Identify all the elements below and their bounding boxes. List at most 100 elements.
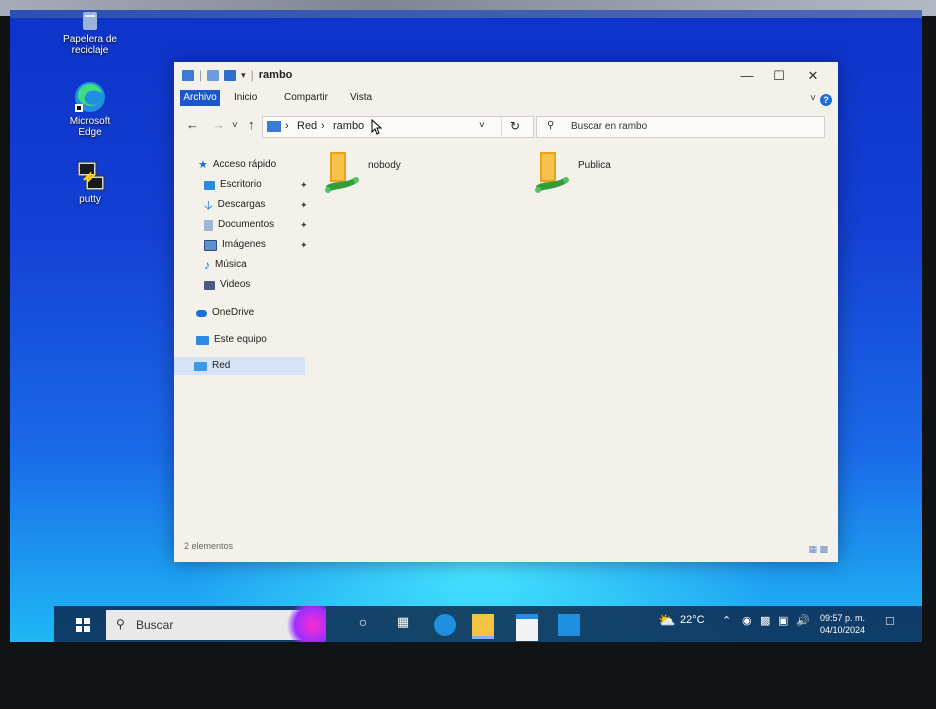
- list-item[interactable]: nobody: [324, 150, 474, 196]
- putty-label: putty: [79, 194, 101, 205]
- recycle-bin-shortcut[interactable]: Papelera de reciclaje: [58, 10, 122, 56]
- sidebar-item-label: Documentos: [218, 219, 275, 230]
- pin-icon: ✦: [300, 240, 308, 250]
- windows-start-icon[interactable]: [76, 618, 90, 632]
- file-explorer-window: | ▾ | rambo — ☐ ✕ Archivo Inicio Compart…: [174, 62, 838, 562]
- documents-icon: [204, 219, 213, 231]
- sidebar-item-label: Red: [212, 360, 231, 371]
- putty-icon: [77, 161, 105, 191]
- edge-taskbar-icon[interactable]: [434, 614, 456, 636]
- sidebar-item-label: Videos: [220, 279, 251, 290]
- computer-icon: [196, 335, 209, 345]
- meet-now-icon[interactable]: ◉: [742, 614, 752, 627]
- sidebar-item-network[interactable]: Red: [174, 357, 305, 375]
- sidebar-item-this-pc[interactable]: Este equipo: [196, 331, 267, 349]
- tab-archivo[interactable]: Archivo: [180, 90, 220, 106]
- shared-folder-icon: [325, 152, 359, 193]
- notifications-icon[interactable]: □: [886, 613, 894, 628]
- recycle-bin-icon: [83, 12, 97, 30]
- file-list: nobody Publica: [308, 146, 834, 536]
- address-separator-icon: ›: [285, 120, 289, 132]
- network-tray-icon[interactable]: ▣: [778, 614, 788, 627]
- weather-icon[interactable]: ⛅: [658, 612, 675, 629]
- quick-access-toolbar: | ▾ | rambo: [182, 68, 292, 82]
- sidebar-item-videos[interactable]: Videos: [204, 276, 250, 294]
- sidebar-item-label: OneDrive: [212, 307, 255, 318]
- refresh-button[interactable]: ↻: [501, 116, 528, 136]
- edge-shortcut[interactable]: Microsoft Edge: [58, 80, 122, 138]
- search-icon: ⚲: [547, 120, 555, 131]
- pin-icon: ✦: [300, 200, 308, 210]
- shared-folder-icon: [535, 152, 569, 193]
- tab-inicio[interactable]: Inicio: [234, 90, 257, 106]
- sidebar-item-label: Imágenes: [222, 239, 266, 250]
- sidebar-item-imagenes[interactable]: Imágenes ✦: [204, 236, 308, 254]
- back-button[interactable]: ←: [186, 117, 199, 132]
- videos-icon: [204, 280, 215, 290]
- volume-icon[interactable]: 🔊: [796, 614, 810, 627]
- edge-icon: [75, 82, 105, 112]
- search-icon: ⚲: [116, 617, 125, 631]
- weather-temperature[interactable]: 22°C: [680, 614, 705, 626]
- recycle-bin-label: Papelera de reciclaje: [63, 34, 117, 56]
- recent-locations-button[interactable]: ˅: [232, 120, 238, 131]
- tab-vista[interactable]: Vista: [350, 90, 372, 106]
- store-taskbar-icon[interactable]: [516, 614, 538, 641]
- tab-compartir[interactable]: Compartir: [284, 90, 328, 106]
- search-box[interactable]: ⚲ Buscar en rambo: [536, 116, 825, 138]
- ribbon-expand-icon[interactable]: ˅: [810, 93, 816, 104]
- search-highlight-icon: [282, 606, 326, 642]
- sidebar-item-musica[interactable]: ♪ Música: [204, 256, 247, 274]
- task-view-icon[interactable]: ▦: [392, 614, 414, 636]
- navigation-pane: ★ Acceso rápido Escritorio ✦ 🡣 Descargas…: [174, 146, 308, 536]
- status-bar: 2 elementos: [184, 541, 234, 551]
- desktop: Papelera de reciclaje Microsoft Edge put…: [10, 10, 922, 642]
- sidebar-item-label: Este equipo: [214, 334, 267, 345]
- music-icon: ♪: [204, 258, 210, 272]
- system-clock[interactable]: 09:57 p. m. 04/10/2024: [820, 612, 865, 636]
- address-separator-icon: ›: [321, 120, 325, 132]
- up-button[interactable]: ↑: [248, 117, 255, 132]
- sidebar-item-documentos[interactable]: Documentos ✦: [204, 216, 308, 234]
- network-location-icon: [267, 121, 281, 132]
- taskbar-search-placeholder: Buscar: [136, 618, 174, 632]
- tray-chevron-icon[interactable]: ⌃: [722, 614, 731, 627]
- maximize-button[interactable]: ☐: [764, 66, 794, 86]
- sidebar-item-onedrive[interactable]: OneDrive: [196, 304, 254, 322]
- address-bar[interactable]: › Red › rambo ˅ ↻: [262, 116, 534, 138]
- sidebar-item-label: Acceso rápido: [212, 159, 277, 170]
- network-icon: [194, 361, 207, 371]
- sidebar-item-descargas[interactable]: 🡣 Descargas ✦: [204, 196, 308, 214]
- putty-shortcut[interactable]: putty: [58, 160, 122, 205]
- new-folder-icon[interactable]: [224, 69, 237, 81]
- item-name: nobody: [368, 160, 401, 171]
- cortana-icon[interactable]: ○: [352, 614, 374, 636]
- download-icon: 🡣: [204, 198, 213, 212]
- help-icon[interactable]: ?: [820, 94, 832, 106]
- close-button[interactable]: ✕: [798, 66, 828, 86]
- sidebar-item-label: Música: [215, 259, 247, 270]
- view-mode-icons[interactable]: ▦ ▩: [808, 544, 828, 555]
- taskbar-search-box[interactable]: ⚲ Buscar: [106, 606, 326, 642]
- minimize-button[interactable]: —: [732, 66, 762, 86]
- address-dropdown-icon[interactable]: ˅: [479, 120, 485, 131]
- sidebar-item-label: Escritorio: [220, 179, 262, 190]
- search-placeholder: Buscar en rambo: [571, 121, 648, 132]
- address-segment-rambo[interactable]: rambo: [333, 120, 364, 132]
- customize-toolbar-icon[interactable]: ▾: [241, 70, 246, 81]
- ribbon-tabs: Archivo Inicio Compartir Vista: [174, 88, 838, 108]
- mail-taskbar-icon[interactable]: [558, 614, 580, 636]
- address-segment-red[interactable]: Red: [297, 120, 317, 132]
- star-icon: ★: [198, 159, 208, 171]
- sidebar-item-quick-access[interactable]: ★ Acceso rápido: [198, 156, 276, 174]
- forward-button[interactable]: →: [212, 117, 225, 132]
- defender-icon[interactable]: ▩: [760, 614, 770, 627]
- pin-icon: ✦: [300, 220, 308, 230]
- properties-icon[interactable]: [207, 69, 220, 81]
- file-explorer-taskbar-icon[interactable]: [472, 614, 494, 639]
- computer-icon[interactable]: [182, 69, 194, 81]
- edge-label: Microsoft Edge: [69, 116, 111, 138]
- sidebar-item-label: Descargas: [217, 199, 266, 210]
- list-item[interactable]: Publica: [534, 150, 684, 196]
- sidebar-item-escritorio[interactable]: Escritorio ✦: [204, 176, 308, 194]
